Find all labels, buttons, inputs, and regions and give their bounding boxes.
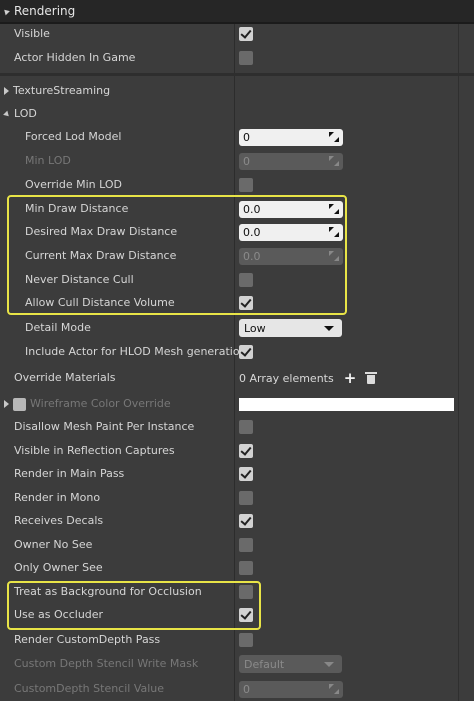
- render-custom-depth-label: Render CustomDepth Pass: [14, 633, 161, 646]
- plus-icon[interactable]: +: [344, 370, 357, 386]
- row-include-hlod: Include Actor for HLOD Mesh generation: [0, 340, 474, 364]
- render-mono-label: Render in Mono: [14, 491, 101, 504]
- collapse-triangle-icon[interactable]: [2, 7, 10, 15]
- stencil-value-input: 0: [239, 680, 343, 698]
- visible-checkbox[interactable]: [239, 27, 253, 41]
- actor-hidden-checkbox[interactable]: [239, 51, 253, 65]
- stencil-write-mask-value: Default: [244, 657, 285, 671]
- min-lod-value: 0: [243, 154, 250, 168]
- collapse-triangle-icon[interactable]: [3, 110, 11, 118]
- chevron-down-icon: [324, 662, 334, 667]
- disallow-mesh-paint-label: Disallow Mesh Paint Per Instance: [14, 420, 195, 433]
- row-render-custom-depth: Render CustomDepth Pass: [0, 628, 474, 652]
- row-actor-hidden: Actor Hidden In Game: [0, 46, 474, 70]
- row-render-mono: Render in Mono: [0, 486, 474, 510]
- override-toggle-checkbox[interactable]: [13, 397, 26, 411]
- drag-arrows-icon: [329, 683, 339, 694]
- detail-mode-dropdown[interactable]: Low: [239, 319, 342, 337]
- lod-label: LOD: [14, 107, 37, 120]
- render-custom-depth-checkbox[interactable]: [239, 633, 253, 647]
- row-render-main-pass: Render in Main Pass: [0, 462, 474, 486]
- row-stencil-value: CustomDepth Stencil Value 0: [0, 677, 474, 701]
- row-detail-mode: Detail Mode Low: [0, 316, 474, 340]
- detail-mode-label: Detail Mode: [25, 321, 91, 334]
- row-only-owner-see: Only Owner See: [0, 556, 474, 580]
- min-lod-input: 0: [239, 152, 343, 170]
- row-forced-lod: Forced Lod Model 0: [0, 125, 474, 149]
- render-mono-checkbox[interactable]: [239, 491, 253, 505]
- rendering-category-header[interactable]: Rendering: [0, 0, 474, 22]
- highlight-box-distance: [7, 195, 347, 315]
- forced-lod-value: 0: [243, 130, 250, 144]
- override-min-lod-label: Override Min LOD: [25, 178, 122, 191]
- include-hlod-checkbox[interactable]: [239, 345, 253, 359]
- visible-label: Visible: [14, 27, 50, 40]
- row-override-min-lod: Override Min LOD: [0, 173, 474, 197]
- stencil-write-mask-label: Custom Depth Stencil Write Mask: [14, 657, 199, 670]
- row-texture-streaming[interactable]: TextureStreaming: [0, 79, 474, 103]
- render-main-pass-label: Render in Main Pass: [14, 467, 125, 480]
- wireframe-color-swatch[interactable]: [239, 397, 454, 411]
- row-owner-no-see: Owner No See: [0, 533, 474, 557]
- row-lod[interactable]: LOD: [0, 102, 474, 126]
- override-min-lod-checkbox[interactable]: [239, 178, 253, 192]
- trash-icon[interactable]: [365, 372, 378, 384]
- row-override-materials: Override Materials 0 Array elements +: [0, 366, 474, 390]
- stencil-value-value: 0: [243, 682, 250, 696]
- receives-decals-checkbox[interactable]: [239, 514, 253, 528]
- receives-decals-label: Receives Decals: [14, 514, 104, 527]
- row-stencil-write-mask: Custom Depth Stencil Write Mask Default: [0, 652, 474, 676]
- section-separator: [0, 73, 474, 76]
- actor-hidden-label: Actor Hidden In Game: [14, 51, 136, 64]
- expand-triangle-icon[interactable]: [4, 400, 9, 408]
- visible-reflection-label: Visible in Reflection Captures: [14, 444, 175, 457]
- override-materials-label: Override Materials: [14, 371, 116, 384]
- override-materials-count: 0 Array elements: [239, 371, 334, 385]
- row-disallow-mesh-paint: Disallow Mesh Paint Per Instance: [0, 415, 474, 439]
- stencil-value-label: CustomDepth Stencil Value: [14, 682, 165, 695]
- row-visible-reflection: Visible in Reflection Captures: [0, 439, 474, 463]
- visible-reflection-checkbox[interactable]: [239, 444, 253, 458]
- stencil-write-mask-dropdown: Default: [239, 655, 342, 673]
- row-visible: Visible: [0, 22, 474, 46]
- chevron-down-icon: [324, 326, 334, 331]
- owner-no-see-checkbox[interactable]: [239, 538, 253, 552]
- forced-lod-input[interactable]: 0: [239, 128, 343, 146]
- drag-arrows-icon[interactable]: [329, 131, 339, 142]
- min-lod-label: Min LOD: [25, 154, 71, 167]
- category-title: Rendering: [14, 4, 76, 18]
- drag-arrows-icon: [329, 155, 339, 166]
- forced-lod-label: Forced Lod Model: [25, 130, 122, 143]
- only-owner-see-checkbox[interactable]: [239, 561, 253, 575]
- render-main-pass-checkbox[interactable]: [239, 467, 253, 481]
- disallow-mesh-paint-checkbox[interactable]: [239, 420, 253, 434]
- detail-mode-value: Low: [244, 321, 266, 335]
- only-owner-see-label: Only Owner See: [14, 561, 103, 574]
- owner-no-see-label: Owner No See: [14, 538, 93, 551]
- highlight-box-occlusion: [7, 581, 261, 630]
- expand-triangle-icon[interactable]: [4, 87, 9, 95]
- wireframe-color-label: Wireframe Color Override: [30, 397, 171, 410]
- include-hlod-label: Include Actor for HLOD Mesh generation: [25, 345, 247, 358]
- row-min-lod: Min LOD 0: [0, 149, 474, 173]
- row-receives-decals: Receives Decals: [0, 509, 474, 533]
- row-wireframe-color: Wireframe Color Override: [0, 392, 474, 416]
- texture-streaming-label: TextureStreaming: [13, 84, 111, 97]
